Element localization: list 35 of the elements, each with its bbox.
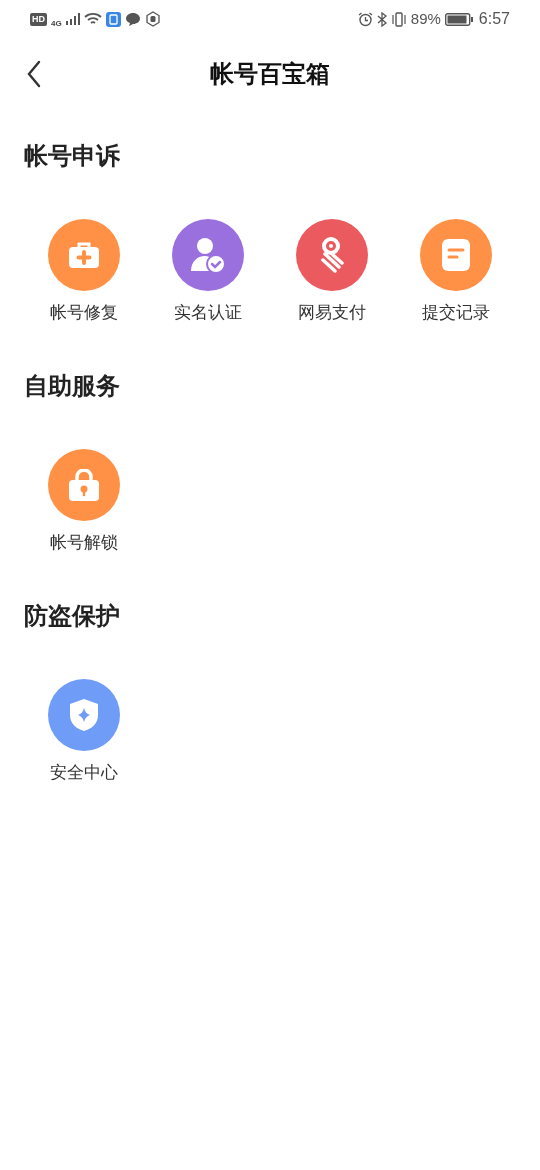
alarm-icon xyxy=(357,11,373,27)
shortcut-label: 网易支付 xyxy=(298,302,366,324)
service-shortcut[interactable]: 帐号解锁 xyxy=(22,449,146,554)
battery-icon xyxy=(444,12,473,26)
section-heading: 自助服务 xyxy=(23,371,121,401)
shortcut-label: 帐号解锁 xyxy=(50,532,118,554)
service-shortcut[interactable]: 网易支付 xyxy=(270,219,394,324)
service-shortcut[interactable]: 实名认证 xyxy=(146,219,270,324)
section-heading: 帐号申诉 xyxy=(23,141,121,171)
network-type: 4G xyxy=(51,20,62,28)
lock-icon xyxy=(69,469,99,501)
section-heading: 防盗保护 xyxy=(23,601,121,631)
document-icon xyxy=(442,239,470,271)
wifi-icon xyxy=(83,12,102,26)
signal-icon xyxy=(65,13,80,25)
shortcut-label: 帐号修复 xyxy=(50,302,118,324)
service-shortcut[interactable]: 安全中心 xyxy=(22,679,146,784)
hd-icon: HD xyxy=(30,12,47,26)
shield-icon xyxy=(70,699,98,731)
medical-kit-icon xyxy=(68,241,100,269)
bluetooth-icon xyxy=(376,11,387,27)
service-shortcut[interactable]: 帐号修复 xyxy=(22,219,146,324)
shortcut-label: 安全中心 xyxy=(50,762,118,784)
chat-icon xyxy=(124,11,141,27)
battery-percentage: 89% xyxy=(410,8,441,29)
user-check-icon xyxy=(191,237,225,273)
shortcut-label: 实名认证 xyxy=(174,302,242,324)
payment-icon xyxy=(319,237,345,273)
vibrate-icon xyxy=(390,11,407,27)
shortcut-label: 提交记录 xyxy=(422,302,490,324)
service-shortcut[interactable]: 提交记录 xyxy=(394,219,518,324)
hand-icon xyxy=(144,11,161,27)
clock-time: 6:57 xyxy=(478,9,510,29)
page-title: 帐号百宝箱 xyxy=(210,59,330,89)
app-icon xyxy=(105,11,121,27)
